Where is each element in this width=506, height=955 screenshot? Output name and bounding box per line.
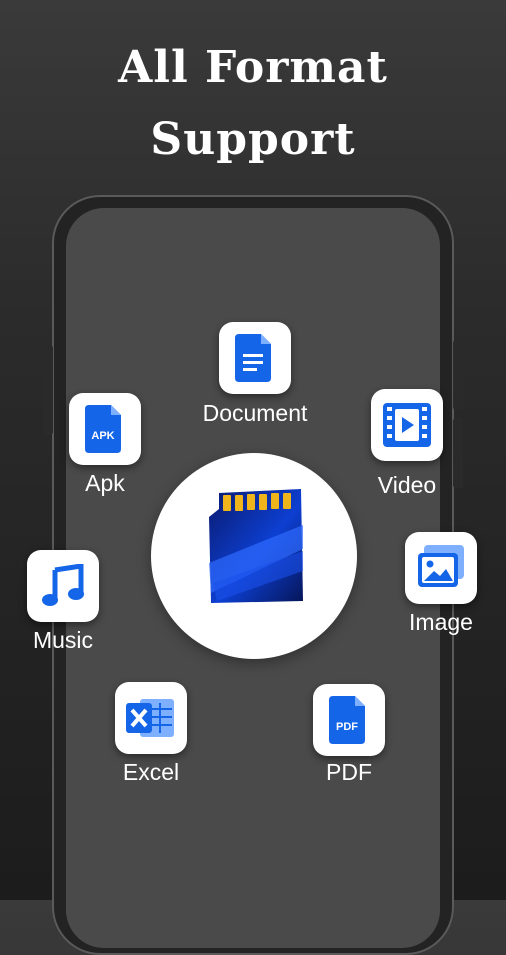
video-film-icon xyxy=(383,403,431,447)
pdf-tile[interactable]: PDF xyxy=(313,684,385,756)
image-label: Image xyxy=(409,609,473,635)
document-icon xyxy=(235,334,271,382)
pdf-label: PDF xyxy=(326,759,372,785)
pdf-file-icon: PDF xyxy=(329,696,365,744)
excel-sheet-icon xyxy=(126,699,174,737)
excel-label: Excel xyxy=(122,759,180,785)
apk-file-icon: APK xyxy=(85,405,121,453)
phone-side-button-left xyxy=(43,345,53,435)
image-gallery-icon xyxy=(418,545,464,587)
headline-line-2: Support xyxy=(150,114,356,165)
apk-tile[interactable]: APK xyxy=(69,393,141,465)
music-note-icon xyxy=(42,564,84,606)
apk-label: Apk xyxy=(85,470,125,496)
phone-side-button-right-1 xyxy=(453,340,463,410)
apk-badge: APK xyxy=(91,430,114,442)
video-label: Video xyxy=(377,472,437,498)
music-tile[interactable] xyxy=(27,550,99,622)
document-tile[interactable] xyxy=(219,322,291,394)
video-tile[interactable] xyxy=(371,389,443,461)
document-label: Document xyxy=(202,400,308,426)
music-label: Music xyxy=(32,627,94,653)
pdf-badge: PDF xyxy=(336,721,358,733)
headline-line-1: All Format xyxy=(118,42,388,93)
image-tile[interactable] xyxy=(405,532,477,604)
excel-tile[interactable] xyxy=(115,682,187,754)
